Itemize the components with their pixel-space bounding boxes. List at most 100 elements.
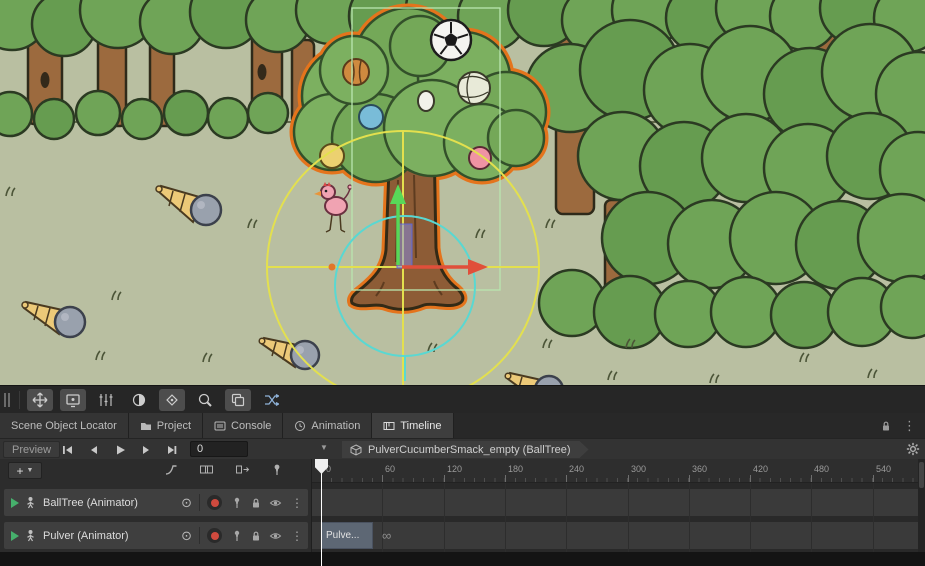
shuffle-tool-icon <box>263 392 279 408</box>
tab-scene-object-locator[interactable]: Scene Object Locator <box>0 413 129 438</box>
track-divider <box>199 527 200 544</box>
tick-label: 540 <box>876 464 891 474</box>
scene-viewport[interactable] <box>0 0 925 385</box>
tab-timeline[interactable]: Timeline <box>372 413 453 438</box>
track-lane-pulver[interactable] <box>312 522 925 549</box>
tab-project[interactable]: Project <box>129 413 203 438</box>
volleyball <box>458 72 490 104</box>
tab-label: Scene Object Locator <box>11 420 117 432</box>
skip-end-button[interactable] <box>159 439 185 460</box>
add-track-button[interactable]: + ▼ <box>8 462 42 479</box>
record-dot-icon <box>211 499 219 507</box>
pin-track-button[interactable] <box>231 496 243 509</box>
marker-toggle-button[interactable] <box>271 463 283 476</box>
skip-start-button[interactable] <box>55 439 81 460</box>
next-frame-icon <box>139 444 153 456</box>
plus-icon: + <box>17 464 24 478</box>
lock-icon[interactable] <box>880 420 892 432</box>
minor-ticks <box>321 478 925 482</box>
timeline-clip-area[interactable]: 0 60 120 180 240 300 360 420 480 540 Pul… <box>312 459 925 552</box>
tab-label: Project <box>157 420 191 432</box>
toolbar-separator <box>19 391 20 409</box>
eye-icon <box>269 530 282 542</box>
lock-track-button[interactable] <box>250 530 262 542</box>
layers-tool-button[interactable] <box>225 389 251 411</box>
timeline-icon <box>383 420 395 432</box>
zoom-tool-button[interactable] <box>192 389 218 411</box>
folder-icon <box>140 420 152 432</box>
timeline-ruler[interactable]: 0 60 120 180 240 300 360 420 480 540 <box>312 459 925 483</box>
window-menu-icon[interactable]: ⋮ <box>903 418 916 434</box>
animation-clip[interactable]: Pulve... <box>321 522 373 549</box>
animator-icon <box>24 529 37 542</box>
bre adcrumb-label: PulverCucumberSmack_empty (BallTree) <box>368 444 571 456</box>
record-button[interactable] <box>207 528 222 543</box>
pivot-dot <box>329 264 336 271</box>
tick-label: 300 <box>631 464 646 474</box>
shuffle-tool-button[interactable] <box>258 389 284 411</box>
unity-editor-window: Scene Object Locator Project Console Ani… <box>0 0 925 566</box>
mute-track-button[interactable] <box>269 497 282 509</box>
track-row-balltree[interactable]: BallTree (Animator) ⊙ <box>4 489 308 516</box>
gridline <box>811 483 812 552</box>
track-menu-icon[interactable]: ⋮ <box>291 496 303 510</box>
major-tick <box>566 475 567 482</box>
sphere-tool-button[interactable] <box>126 389 152 411</box>
focus-tool-button[interactable] <box>159 389 185 411</box>
track-row-pulver[interactable]: Pulver (Animator) ⊙ <box>4 522 308 549</box>
binding-target-icon[interactable]: ⊙ <box>181 495 192 511</box>
clock-icon <box>294 420 306 432</box>
timeline-toolbar: Preview <box>0 438 925 459</box>
edit-mode-mix-button[interactable] <box>199 463 214 476</box>
prev-frame-button[interactable] <box>81 439 107 460</box>
tick-label: 180 <box>508 464 523 474</box>
mute-track-button[interactable] <box>269 530 282 542</box>
lock-track-button[interactable] <box>250 497 262 509</box>
next-frame-button[interactable] <box>133 439 159 460</box>
track-menu-icon[interactable]: ⋮ <box>291 529 303 543</box>
chevron-down-icon: ▼ <box>27 467 34 474</box>
snap-tool-button[interactable] <box>93 389 119 411</box>
tab-animation[interactable]: Animation <box>283 413 372 438</box>
playhead-line[interactable] <box>321 459 322 566</box>
toolbar-drag-handle[interactable] <box>4 393 10 407</box>
pumpkin-ball <box>343 59 369 85</box>
move-tool-button[interactable] <box>27 389 53 411</box>
curves-toggle-button[interactable] <box>164 463 178 476</box>
record-dot-icon <box>211 532 219 540</box>
preview-toggle-button[interactable]: Preview <box>3 441 60 458</box>
move-tool-icon <box>32 392 48 408</box>
gridline <box>873 483 874 552</box>
major-tick <box>811 475 812 482</box>
tick-label: 60 <box>385 464 395 474</box>
record-button[interactable] <box>207 495 222 510</box>
current-frame-input[interactable]: 0 <box>190 441 248 457</box>
pivot-tool-button[interactable] <box>60 389 86 411</box>
scene-toolbar <box>0 385 925 413</box>
soccer-ball <box>431 20 471 60</box>
gear-icon <box>906 442 920 456</box>
track-lane-balltree[interactable] <box>312 489 925 516</box>
play-button[interactable] <box>107 439 133 460</box>
major-tick <box>628 475 629 482</box>
pin-track-button[interactable] <box>231 529 243 542</box>
tab-console[interactable]: Console <box>203 413 283 438</box>
timeline-dropdown-caret[interactable]: ▼ <box>320 443 328 452</box>
pin-icon <box>231 529 243 542</box>
gridline <box>505 483 506 552</box>
snap-tool-icon <box>98 392 114 408</box>
timeline-breadcrumb[interactable]: PulverCucumberSmack_empty (BallTree) <box>342 441 589 458</box>
scrollbar-thumb[interactable] <box>919 462 924 488</box>
timeline-asset-icon <box>350 444 362 456</box>
edit-mode-ripple-button[interactable] <box>235 463 250 476</box>
vertical-scrollbar[interactable] <box>918 459 925 552</box>
major-tick <box>689 475 690 482</box>
curves-icon <box>164 463 178 476</box>
prev-frame-icon <box>87 444 101 456</box>
gridline <box>628 483 629 552</box>
lock-icon <box>250 497 262 509</box>
tab-label: Timeline <box>400 420 441 432</box>
binding-target-icon[interactable]: ⊙ <box>181 528 192 544</box>
major-tick <box>505 475 506 482</box>
gridline <box>689 483 690 552</box>
